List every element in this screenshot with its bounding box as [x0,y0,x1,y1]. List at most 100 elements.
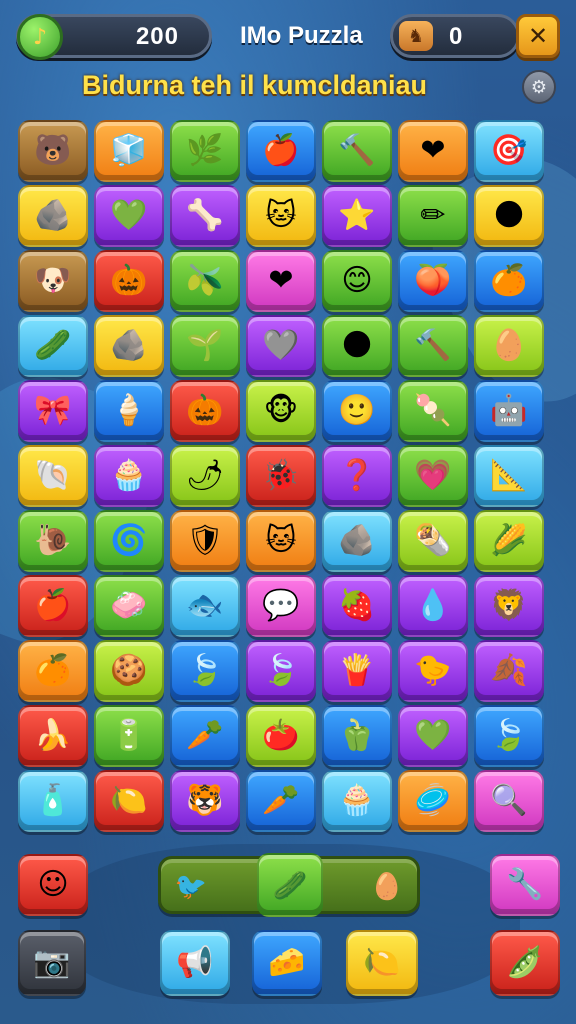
puzzle-tile[interactable]: 🪨 [94,315,164,377]
collection-tray: 🐦 🥒 🥚 [158,853,420,917]
puzzle-tile[interactable]: 🌑 [474,185,544,247]
special-tile-right[interactable]: 🔧 [490,854,560,916]
puzzle-tile[interactable]: 🍋 [94,770,164,832]
puzzle-tile[interactable]: 🍃 [246,640,316,702]
puzzle-tile[interactable]: 🍃 [170,640,240,702]
music-note-icon[interactable]: ♪ [17,14,63,60]
puzzle-tile[interactable]: 🧁 [94,445,164,507]
puzzle-tile[interactable]: 🌱 [170,315,240,377]
special-tile-left[interactable]: ☺ [18,854,88,916]
puzzle-tile[interactable]: 🥚 [474,315,544,377]
puzzle-tile[interactable]: 🧴 [18,770,88,832]
puzzle-tile[interactable]: 💗 [398,445,468,507]
puzzle-tile[interactable]: 🌿 [170,120,240,182]
puzzle-tile[interactable]: 🐌 [18,510,88,572]
puzzle-tile[interactable]: 🐚 [18,445,88,507]
level-subtitle: Bidurna teh il kumcldaniau [82,70,428,100]
puzzle-tile[interactable]: 🐻 [18,120,88,182]
puzzle-tile[interactable]: 🧼 [94,575,164,637]
puzzle-tile[interactable]: 🔨 [398,315,468,377]
puzzle-tile[interactable]: 🍓 [322,575,392,637]
puzzle-tile[interactable]: 💚 [94,185,164,247]
puzzle-tile[interactable]: 🦴 [170,185,240,247]
puzzle-tile[interactable]: 🔋 [94,705,164,767]
puzzle-tile[interactable]: 🩶 [246,315,316,377]
puzzle-tile[interactable]: 🎯 [474,120,544,182]
puzzle-tile[interactable]: 🍎 [18,575,88,637]
puzzle-tile[interactable]: 🤖 [474,380,544,442]
puzzle-tile[interactable]: 🌽 [474,510,544,572]
puzzle-tile[interactable]: 🌀 [94,510,164,572]
puzzle-tile[interactable]: 🐞 [246,445,316,507]
puzzle-tile[interactable]: ✏ [398,185,468,247]
top-hud: ♪ 200 IMo Puzzla ♞ 0 ✕ [16,14,560,60]
tray-item-egg[interactable]: 🥚 [365,865,409,909]
close-button[interactable]: ✕ [516,14,560,58]
puzzle-tile[interactable]: 🥏 [398,770,468,832]
puzzle-tile[interactable]: 📐 [474,445,544,507]
puzzle-tile[interactable]: 🐱 [246,185,316,247]
animal-icon: ♞ [399,21,433,51]
bottom-tile-3[interactable]: 🍋 [346,930,418,996]
camera-button[interactable]: 📷 [18,930,86,996]
bottom-tile-1[interactable]: 📢 [160,930,230,996]
puzzle-tile[interactable]: 💧 [398,575,468,637]
tray-item-bird[interactable]: 🐦 [169,865,213,909]
puzzle-tile[interactable]: 🍂 [474,640,544,702]
puzzle-tile[interactable]: 🪨 [18,185,88,247]
puzzle-tile[interactable]: 🛡 [170,510,240,572]
puzzle-tile[interactable]: 🥕 [246,770,316,832]
puzzle-tile[interactable]: 🐶 [18,250,88,312]
bottom-tile-2[interactable]: 🧀 [252,930,322,996]
score-value: 200 [135,23,179,50]
puzzle-tile[interactable]: 🧊 [94,120,164,182]
puzzle-tile[interactable]: 🫑 [322,705,392,767]
puzzle-tile[interactable]: 🍊 [474,250,544,312]
puzzle-tile[interactable]: 🐟 [170,575,240,637]
puzzle-tile[interactable]: 🐯 [170,770,240,832]
puzzle-tile[interactable]: 🍡 [398,380,468,442]
puzzle-tile[interactable]: 🐵 [246,380,316,442]
puzzle-tile[interactable]: 🔍 [474,770,544,832]
puzzle-tile[interactable]: 😊 [322,250,392,312]
puzzle-tile[interactable]: 🍌 [18,705,88,767]
puzzle-tile[interactable]: 🫒 [170,250,240,312]
bottom-row-bottom: 📷 📢 🧀 🍋 🫛 [0,930,576,1000]
puzzle-tile[interactable]: 🍪 [94,640,164,702]
puzzle-tile[interactable]: 🍦 [94,380,164,442]
puzzle-tile[interactable]: 🍑 [398,250,468,312]
puzzle-tile[interactable]: 🙂 [322,380,392,442]
puzzle-tile[interactable]: 💬 [246,575,316,637]
puzzle-tile[interactable]: 🎃 [170,380,240,442]
puzzle-tile[interactable]: 🧁 [322,770,392,832]
puzzle-tile[interactable]: 🪨 [322,510,392,572]
puzzle-tile[interactable]: ⭐ [322,185,392,247]
game-title: IMo Puzzla [240,22,363,49]
puzzle-tile[interactable]: 🍟 [322,640,392,702]
puzzle-tile[interactable]: 🌶 [170,445,240,507]
tray-item-selected[interactable]: 🥒 [257,853,323,917]
puzzle-tile[interactable]: 🥕 [170,705,240,767]
puzzle-tile[interactable]: 🍃 [474,705,544,767]
puzzle-tile[interactable]: 🍅 [246,705,316,767]
puzzle-tile[interactable]: ❤ [398,120,468,182]
puzzle-tile[interactable]: 🍎 [246,120,316,182]
puzzle-tile[interactable]: 🦁 [474,575,544,637]
puzzle-tile[interactable]: ❤ [246,250,316,312]
puzzle-tile[interactable]: 🐤 [398,640,468,702]
puzzle-tile[interactable]: 🎃 [94,250,164,312]
puzzle-tile[interactable]: 🌑 [322,315,392,377]
score-display: ♪ 200 [16,14,212,60]
puzzle-tile[interactable]: 💚 [398,705,468,767]
puzzle-tile[interactable]: 🔨 [322,120,392,182]
puzzle-tile[interactable]: 🎀 [18,380,88,442]
puzzle-tile[interactable]: 🍊 [18,640,88,702]
puzzle-grid: 🐻 🧊 🌿 🍎 🔨 ❤ 🎯 🪨 💚 🦴 🐱 ⭐ ✏ 🌑 🐶 🎃 🫒 ❤ 😊 🍑 🍊 🥒 🪨 🌱 🩶 🌑 🔨 🥚 🎀 🍦 🎃 🐵 🙂 🍡 🤖 🐚 🧁 🌶 🐞 ❓… [18,120,560,835]
lives-display: ♞ 0 [390,14,520,58]
puzzle-tile[interactable]: 🌯 [398,510,468,572]
puzzle-tile[interactable]: 🐱 [246,510,316,572]
puzzle-tile[interactable]: ❓ [322,445,392,507]
bottom-tile-4[interactable]: 🫛 [490,930,560,996]
settings-gear-icon[interactable]: ⚙ [522,70,556,104]
puzzle-tile[interactable]: 🥒 [18,315,88,377]
